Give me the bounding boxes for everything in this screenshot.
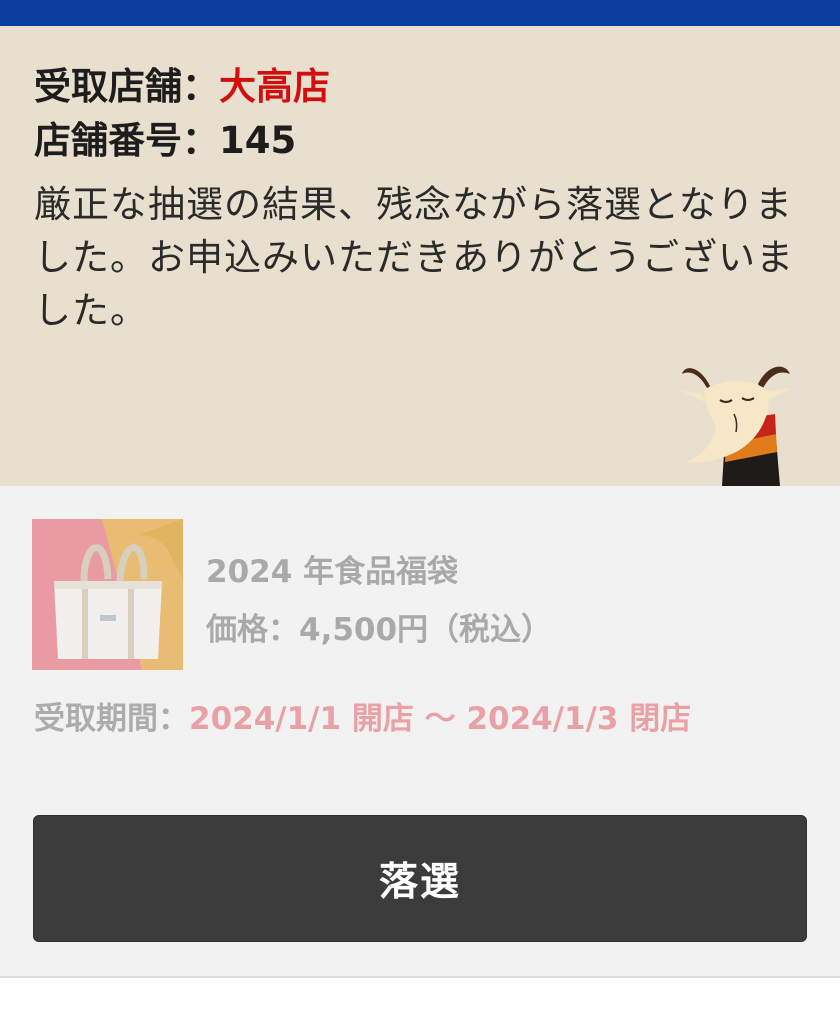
pickup-period: 受取期間：2024/1/1 開店 〜 2024/1/3 閉店 bbox=[34, 693, 691, 738]
divider bbox=[0, 976, 840, 978]
product-name: 2024 年食品福袋 bbox=[206, 554, 459, 590]
result-panel: 受取店舗：大高店 店舗番号：145 厳正な抽選の結果、残念ながら落選となりました… bbox=[0, 26, 840, 486]
goat-mascot-icon bbox=[680, 366, 792, 486]
store-name: 大高店 bbox=[219, 65, 330, 108]
pickup-period-label: 受取期間： bbox=[34, 701, 189, 737]
pickup-period-value: 2024/1/1 開店 〜 2024/1/3 閉店 bbox=[189, 701, 692, 737]
store-line: 受取店舗：大高店 bbox=[34, 62, 330, 112]
store-number: 145 bbox=[219, 119, 297, 162]
header-bar bbox=[0, 0, 840, 26]
product-panel: 2024 年食品福袋 価格：4,500円（税込） 受取期間：2024/1/1 開… bbox=[0, 486, 840, 976]
store-number-line: 店舗番号：145 bbox=[34, 116, 296, 166]
store-label: 受取店舗： bbox=[34, 65, 219, 108]
lottery-result-button[interactable]: 落選 bbox=[33, 815, 807, 942]
result-message: 厳正な抽選の結果、残念ながら落選となりました。お申込みいただきありがとうございま… bbox=[34, 183, 794, 332]
store-number-label: 店舗番号： bbox=[34, 119, 219, 162]
lottery-result-page: 受取店舗：大高店 店舗番号：145 厳正な抽選の結果、残念ながら落選となりました… bbox=[0, 0, 840, 1026]
tote-bag-image bbox=[32, 519, 183, 670]
product-price: 価格：4,500円（税込） bbox=[206, 612, 553, 648]
